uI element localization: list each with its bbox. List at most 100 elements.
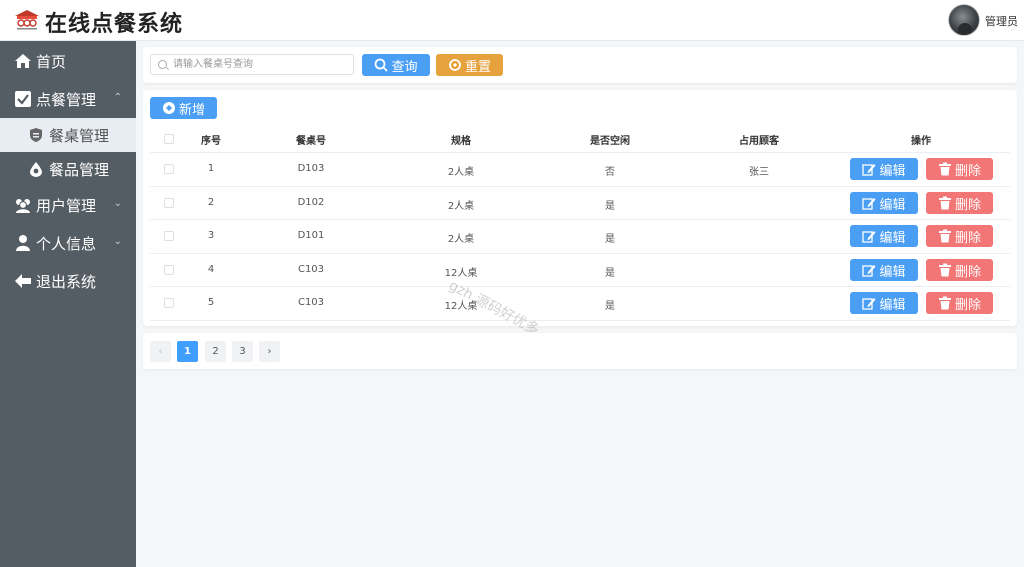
search-card: 请输入餐桌号查询 查询 重置 bbox=[143, 47, 1017, 83]
sidebar: 首页 点餐管理 ⌃ 餐桌管理 餐品管理 用户管理 ⌄ 个人信息 ⌄ 退出系统 bbox=[0, 41, 136, 567]
table-cell: 2人桌 bbox=[447, 201, 475, 212]
reset-button-label: 重置 bbox=[464, 59, 491, 75]
users-icon bbox=[14, 196, 32, 214]
add-button-label: 新增 bbox=[178, 102, 205, 118]
row-divider bbox=[150, 286, 1010, 287]
sidebar-item-label: 餐品管理 bbox=[49, 160, 110, 179]
table-cell: 是 bbox=[605, 234, 615, 245]
query-button-label: 查询 bbox=[391, 59, 418, 75]
row-divider bbox=[150, 253, 1010, 254]
row-checkbox[interactable] bbox=[164, 198, 174, 208]
column-header: 是否空闲 bbox=[590, 136, 630, 147]
row-divider bbox=[150, 186, 1010, 187]
query-button[interactable]: 查询 bbox=[362, 54, 430, 76]
edit-button[interactable]: 编辑 bbox=[850, 259, 918, 281]
edit-button-label: 编辑 bbox=[879, 297, 906, 313]
shield-icon bbox=[28, 127, 44, 143]
next-page-button[interactable]: › bbox=[259, 341, 280, 362]
edit-button-label: 编辑 bbox=[879, 197, 906, 213]
edit-button[interactable]: 编辑 bbox=[850, 192, 918, 214]
sidebar-item-table-management[interactable]: 餐桌管理 bbox=[0, 118, 136, 152]
delete-button[interactable]: 删除 bbox=[926, 225, 993, 247]
chevron-down-icon: ⌄ bbox=[113, 198, 122, 209]
edit-button-label: 编辑 bbox=[879, 264, 906, 280]
sidebar-item-label: 点餐管理 bbox=[36, 90, 97, 109]
row-checkbox[interactable] bbox=[164, 164, 174, 174]
sidebar-item-label: 退出系统 bbox=[36, 272, 97, 291]
table-cell: D103 bbox=[297, 163, 325, 174]
table-cell: 1 bbox=[207, 163, 215, 174]
row-divider bbox=[150, 152, 1010, 153]
column-header: 规格 bbox=[451, 136, 471, 147]
table-cell: D102 bbox=[297, 197, 325, 208]
delete-button[interactable]: 删除 bbox=[926, 292, 993, 314]
table-cell: 3 bbox=[207, 230, 215, 241]
reset-button[interactable]: 重置 bbox=[436, 54, 503, 76]
row-checkbox[interactable] bbox=[164, 231, 174, 241]
sidebar-item-user-management[interactable]: 用户管理 ⌄ bbox=[0, 187, 136, 223]
trash-icon bbox=[938, 229, 951, 243]
home-icon bbox=[14, 52, 32, 70]
row-checkbox[interactable] bbox=[164, 298, 174, 308]
prev-page-button[interactable]: ‹ bbox=[150, 341, 171, 362]
delete-button-label: 删除 bbox=[954, 297, 981, 313]
column-header: 序号 bbox=[201, 136, 221, 147]
username-label[interactable]: 管理员 bbox=[985, 13, 1018, 29]
add-button[interactable]: 新增 bbox=[150, 97, 217, 119]
edit-icon bbox=[862, 298, 876, 310]
row-divider bbox=[150, 219, 1010, 220]
table-cell: 2 bbox=[207, 197, 215, 208]
sidebar-item-personal-info[interactable]: 个人信息 ⌄ bbox=[0, 225, 136, 261]
table-card: 新增 序号 餐桌号 规格 是否空闲 占用顾客 操作 1 D103 2人桌 否 张… bbox=[143, 90, 1017, 326]
table-cell: 是 bbox=[605, 301, 615, 312]
top-header: 在线点餐系统 管理员 bbox=[0, 0, 1024, 41]
chevron-down-icon: ⌄ bbox=[113, 236, 122, 247]
refresh-icon bbox=[449, 59, 461, 71]
table-cell: 2人桌 bbox=[447, 167, 475, 178]
sidebar-item-home[interactable]: 首页 bbox=[0, 43, 136, 79]
delete-button[interactable]: 删除 bbox=[926, 259, 993, 281]
chevron-up-icon: ⌃ bbox=[113, 92, 122, 103]
delete-button-label: 删除 bbox=[954, 230, 981, 246]
page-2-button[interactable]: 2 bbox=[205, 341, 226, 362]
pagination-card: ‹ 1 2 3 › bbox=[143, 333, 1017, 369]
page-1-button[interactable]: 1 bbox=[177, 341, 198, 362]
add-icon bbox=[162, 102, 175, 114]
select-all-checkbox[interactable] bbox=[164, 134, 174, 144]
delete-button-label: 删除 bbox=[954, 197, 981, 213]
delete-button-label: 删除 bbox=[954, 264, 981, 280]
checkbox-icon bbox=[14, 90, 32, 108]
sidebar-item-dish-management[interactable]: 餐品管理 bbox=[0, 152, 136, 186]
user-avatar[interactable] bbox=[948, 4, 980, 36]
edit-icon bbox=[862, 164, 876, 176]
table-cell: C103 bbox=[297, 297, 325, 308]
table-cell: 5 bbox=[207, 297, 215, 308]
trash-icon bbox=[938, 162, 951, 176]
column-header: 操作 bbox=[911, 136, 931, 147]
table-cell: 4 bbox=[207, 264, 215, 275]
search-icon bbox=[158, 60, 167, 69]
table-cell: D101 bbox=[297, 230, 325, 241]
sidebar-item-order-management[interactable]: 点餐管理 ⌃ bbox=[0, 81, 136, 117]
table-cell: 否 bbox=[605, 167, 615, 178]
edit-button[interactable]: 编辑 bbox=[850, 225, 918, 247]
search-input[interactable]: 请输入餐桌号查询 bbox=[150, 54, 354, 75]
column-header: 餐桌号 bbox=[296, 136, 326, 147]
column-header: 占用顾客 bbox=[739, 136, 779, 147]
delete-button-label: 删除 bbox=[954, 163, 981, 179]
search-icon bbox=[375, 58, 389, 72]
table-cell: 12人桌 bbox=[444, 268, 478, 279]
delete-button[interactable]: 删除 bbox=[926, 158, 993, 180]
row-checkbox[interactable] bbox=[164, 265, 174, 275]
sidebar-item-logout[interactable]: 退出系统 bbox=[0, 263, 136, 299]
edit-button[interactable]: 编辑 bbox=[850, 158, 918, 180]
page-3-button[interactable]: 3 bbox=[232, 341, 253, 362]
delete-button[interactable]: 删除 bbox=[926, 192, 993, 214]
table-cell: C103 bbox=[297, 264, 325, 275]
edit-button[interactable]: 编辑 bbox=[850, 292, 918, 314]
edit-icon bbox=[862, 265, 876, 277]
table-cell: 是 bbox=[605, 268, 615, 279]
trash-icon bbox=[938, 196, 951, 210]
drop-icon bbox=[28, 161, 44, 177]
app-title: 在线点餐系统 bbox=[45, 12, 184, 37]
